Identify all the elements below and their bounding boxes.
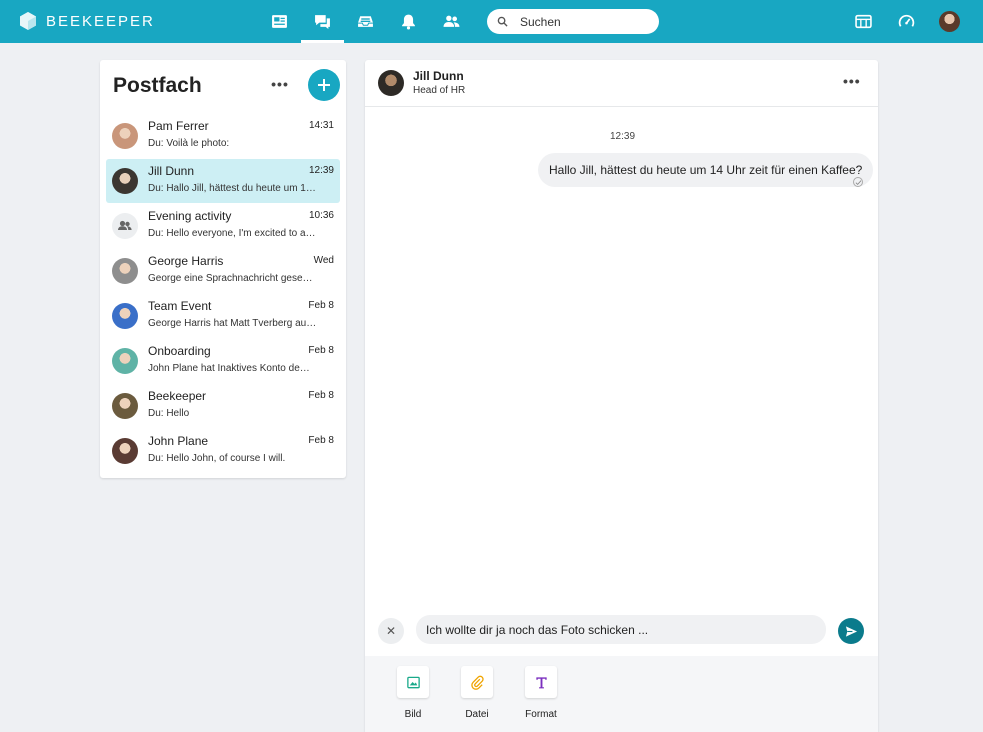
conversation-item[interactable]: Jill Dunn 12:39 Du: Hallo Jill, hättest du… (106, 159, 340, 203)
nav-newsfeed[interactable] (258, 0, 301, 43)
conversation-preview: Du: Hello everyone, I'm excited to annou… (148, 228, 318, 239)
chat-contact-role: Head of HR (413, 85, 466, 96)
conversation-time: Feb 8 (308, 390, 334, 401)
send-button[interactable] (838, 618, 864, 644)
conversation-name: George Harris (148, 254, 224, 268)
attachment-bar: Bild Datei Format (365, 656, 878, 732)
format-box[interactable] (525, 666, 557, 698)
conversation-avatar (112, 393, 138, 419)
conversation-item[interactable]: George Harris Wed George eine Sprachnachri… (106, 249, 340, 293)
conversation-preview: Du: Voilà le photo: (148, 138, 230, 149)
chat-more-button[interactable]: ••• (843, 73, 861, 89)
dashboard-icon (898, 14, 915, 27)
conversation-preview: Du: Hello John, of course I will. (148, 453, 286, 464)
format-button[interactable]: Format (525, 666, 557, 720)
chat-panel: Jill Dunn Head of HR ••• 12:39 Hallo Jil… (365, 60, 878, 732)
conversation-item[interactable]: Onboarding Feb 8 John Plane hat Inaktives … (106, 339, 340, 383)
conversation-item[interactable]: Team Event Feb 8 George Harris hat Matt Tv… (106, 294, 340, 338)
attach-file-button[interactable]: Datei (461, 666, 493, 720)
paperclip-icon (470, 675, 484, 690)
conversation-item[interactable]: Pam Ferrer 14:31 Du: Voilà le photo: (106, 114, 340, 158)
chat-icon (315, 15, 330, 29)
conversation-item[interactable]: Evening activity 10:36 Du: Hello everyone,… (106, 204, 340, 248)
conversation-time: 14:31 (308, 120, 334, 131)
conversation-item[interactable]: John Plane Feb 8 Du: Hello John, of course… (106, 429, 340, 473)
conversation-name: John Plane (148, 434, 209, 448)
conversation-preview: George eine Sprachnachricht gesendet (148, 273, 318, 284)
nav-notifications[interactable] (387, 0, 430, 43)
conversation-avatar (112, 348, 138, 374)
attach-file-label: Datei (465, 709, 489, 720)
apps-icon (855, 14, 872, 29)
conversation-name: Beekeeper (148, 389, 207, 403)
message-timestamp: 12:39 (610, 131, 636, 142)
conversation-item[interactable]: Beekeeper Feb 8 Du: Hello (106, 384, 340, 428)
inbox-icon (358, 16, 373, 27)
attach-image-button[interactable]: Bild (397, 666, 429, 720)
conversation-time: Feb 8 (308, 345, 334, 356)
apps-button[interactable] (842, 0, 885, 43)
conversation-name: Jill Dunn (148, 164, 195, 178)
beekeeper-logo-icon (20, 12, 36, 30)
format-text-icon (535, 676, 547, 688)
dashboard-button[interactable] (885, 0, 928, 43)
nav-chat[interactable] (301, 0, 344, 43)
people-icon (443, 15, 460, 27)
message-text: Hallo Jill, hättest du heute um 14 Uhr z… (549, 163, 863, 177)
chat-contact-avatar[interactable] (378, 70, 404, 96)
new-conversation-button[interactable] (308, 69, 340, 101)
conversation-name: Pam Ferrer (148, 119, 209, 133)
conversation-avatar (112, 303, 138, 329)
message-input[interactable] (416, 615, 826, 644)
conversation-time: Feb 8 (308, 435, 334, 446)
search-icon (497, 16, 508, 27)
conversation-preview: George Harris hat Matt Tverberg ausgelad… (148, 318, 318, 329)
inbox-more-button[interactable]: ••• (270, 76, 290, 94)
conversation-name: Evening activity (148, 209, 232, 223)
conversation-preview: Du: Hello (148, 408, 190, 419)
attach-image-label: Bild (404, 709, 422, 720)
search-input[interactable] (520, 14, 650, 29)
chat-header: Jill Dunn Head of HR ••• (365, 60, 878, 107)
plus-icon (318, 79, 330, 91)
user-avatar[interactable] (939, 11, 960, 32)
brand-name: BEEKEEPER (46, 12, 155, 30)
group-icon (118, 220, 132, 230)
nav-inbox[interactable] (344, 0, 387, 43)
nav-people[interactable] (430, 0, 473, 43)
chat-contact-name[interactable]: Jill Dunn (413, 69, 464, 83)
search-box[interactable] (487, 9, 659, 34)
conversation-avatar (112, 438, 138, 464)
inbox-title: Postfach (113, 74, 202, 97)
read-receipt-icon (853, 177, 863, 187)
conversation-avatar (112, 123, 138, 149)
inbox-panel: Postfach ••• Pam Ferrer 14:31 Du: Voilà le… (100, 60, 346, 478)
conversation-time: Feb 8 (308, 300, 334, 311)
conversation-name: Onboarding (148, 344, 211, 358)
clear-draft-button[interactable]: ✕ (378, 618, 404, 644)
send-icon (845, 625, 857, 637)
conversation-time: 12:39 (308, 165, 334, 176)
bell-icon (402, 14, 415, 30)
conversation-name: Team Event (148, 299, 212, 313)
close-icon: ✕ (385, 624, 397, 638)
group-avatar (112, 213, 138, 239)
conversation-avatar (112, 168, 138, 194)
top-bar: BEEKEEPER (0, 0, 983, 43)
format-label: Format (525, 709, 557, 720)
conversation-preview: John Plane hat Inaktives Konto demotivie… (148, 363, 318, 374)
attach-file-box[interactable] (461, 666, 493, 698)
logo[interactable]: BEEKEEPER (18, 11, 155, 31)
conversation-time: 10:36 (308, 210, 334, 221)
newsfeed-icon (272, 15, 287, 28)
conversation-avatar (112, 258, 138, 284)
attach-image-box[interactable] (397, 666, 429, 698)
message-bubble[interactable]: Hallo Jill, hättest du heute um 14 Uhr z… (538, 153, 874, 187)
image-icon (406, 676, 420, 688)
conversation-preview: Du: Hallo Jill, hättest du heute um 14 U… (148, 183, 318, 194)
conversation-time: Wed (313, 255, 334, 266)
